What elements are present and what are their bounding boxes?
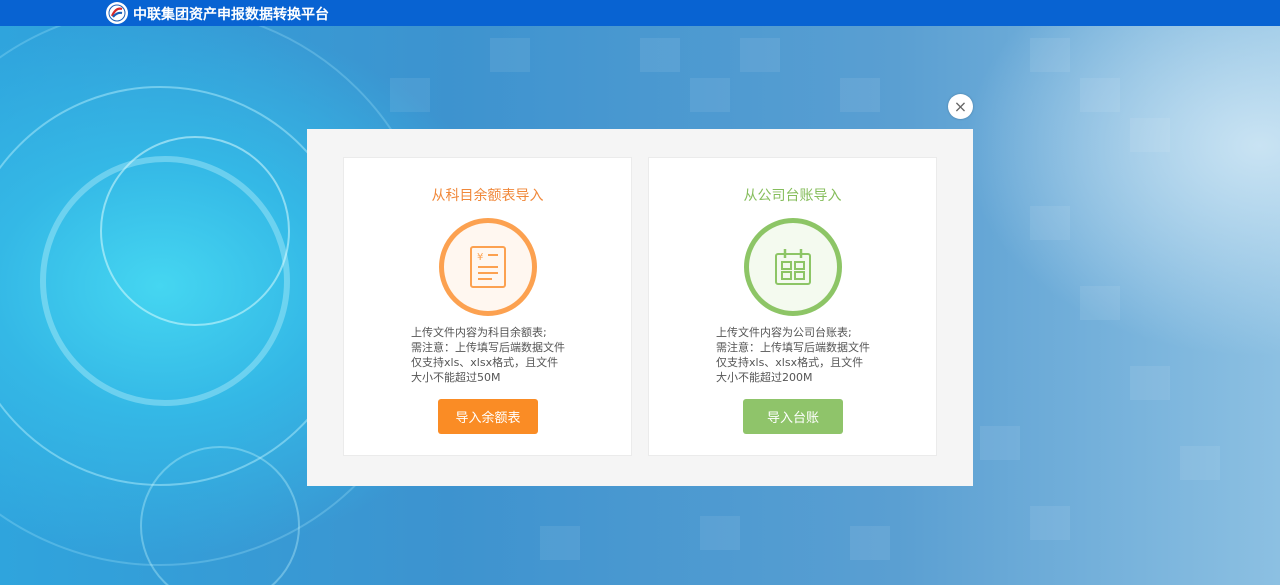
card-description: 上传文件内容为科目余额表; 需注意：上传填写后端数据文件 仅支持xls、xlsx… xyxy=(411,325,565,385)
close-button[interactable]: × xyxy=(948,94,973,119)
import-ledger-button[interactable]: 导入台账 xyxy=(743,399,843,434)
import-balance-button[interactable]: 导入余额表 xyxy=(438,399,538,434)
desc-line: 需注意：上传填写后端数据文件 仅支持xls、xlsx格式，且文件大小不能超过20… xyxy=(716,341,870,384)
desc-line: 需注意：上传填写后端数据文件 仅支持xls、xlsx格式，且文件大小不能超过50… xyxy=(411,341,565,384)
logo-icon xyxy=(106,2,128,24)
desc-line: 上传文件内容为公司台账表; xyxy=(716,326,852,339)
calendar-ledger-icon xyxy=(744,218,842,316)
card-title: 从公司台账导入 xyxy=(743,188,842,204)
import-dialog: 从科目余额表导入 ¥ 上传文件内容为科目余额表; 需注意：上传填写后端数据文件 … xyxy=(307,129,973,486)
card-balance-sheet: 从科目余额表导入 ¥ 上传文件内容为科目余额表; 需注意：上传填写后端数据文件 … xyxy=(343,157,632,456)
card-title: 从科目余额表导入 xyxy=(431,188,544,204)
app-title: 中联集团资产申报数据转换平台 xyxy=(133,7,329,23)
close-icon: × xyxy=(953,96,968,116)
card-company-ledger: 从公司台账导入 上传文件内容为公司台账表; 需注意：上传填写后端数据文件 仅支持… xyxy=(648,157,937,456)
svg-text:¥: ¥ xyxy=(477,252,483,263)
top-bar: 中联集团资产申报数据转换平台 xyxy=(0,0,1280,26)
card-description: 上传文件内容为公司台账表; 需注意：上传填写后端数据文件 仅支持xls、xlsx… xyxy=(716,325,870,385)
yen-document-icon: ¥ xyxy=(439,218,537,316)
desc-line: 上传文件内容为科目余额表; xyxy=(411,326,547,339)
